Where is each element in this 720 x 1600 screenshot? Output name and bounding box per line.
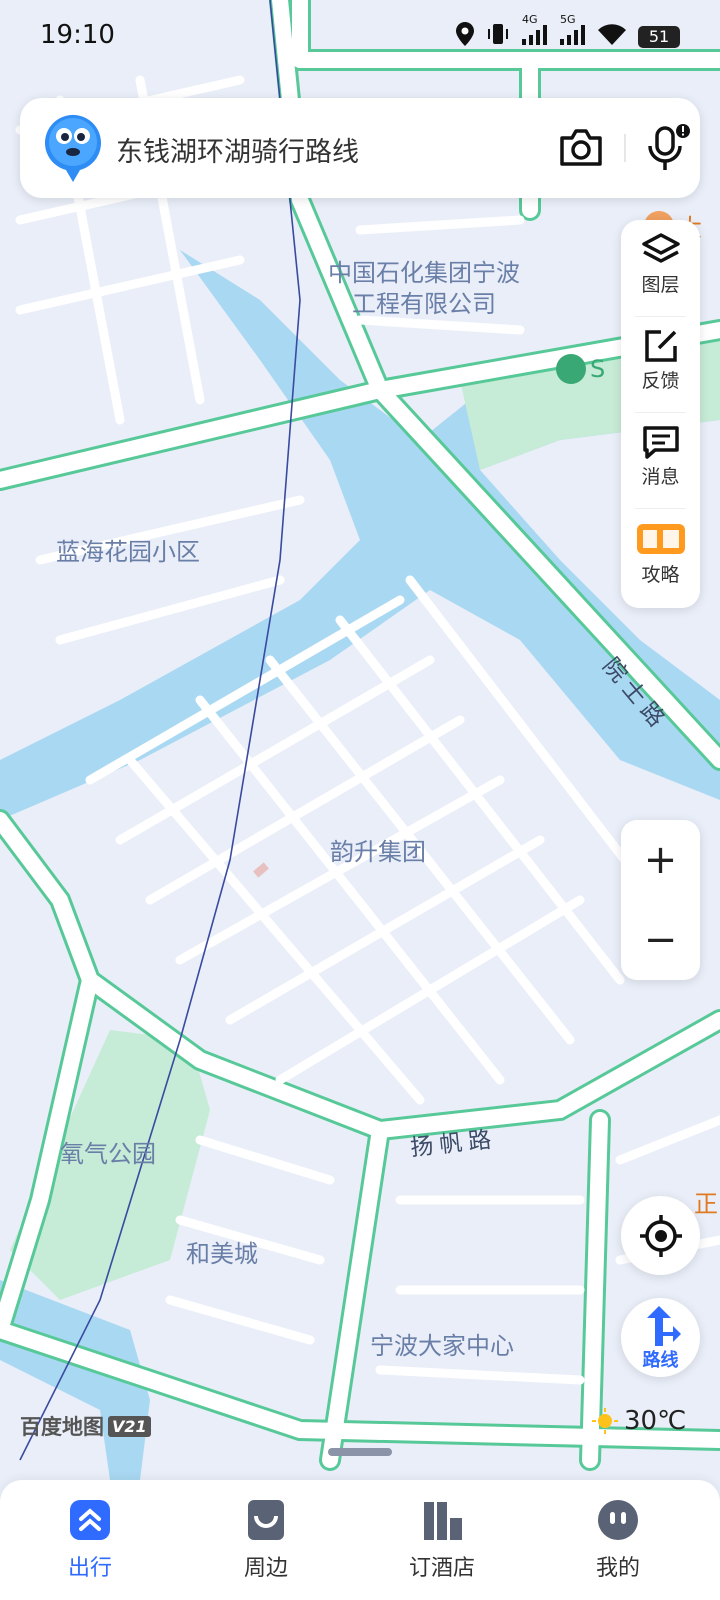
- hotel-icon: [424, 1502, 462, 1540]
- zoom-controls: + −: [621, 820, 700, 980]
- label-oxygen-park[interactable]: 氧气公园: [60, 1134, 156, 1169]
- nav-profile-label: 我的: [595, 1556, 640, 1581]
- search-input[interactable]: 东钱湖环湖骑行路线: [116, 130, 359, 169]
- nearby-icon: [248, 1500, 284, 1540]
- bottom-sheet-handle[interactable]: [328, 1448, 392, 1456]
- route-button[interactable]: 路线: [621, 1298, 700, 1377]
- label-sinopec[interactable]: 中国石化集团宁波 工程有限公司: [328, 258, 520, 320]
- label-lanhai-garden[interactable]: 蓝海花园小区: [56, 532, 200, 567]
- network-1-label: 4G: [522, 13, 538, 26]
- weekend-guide-label: 攻略: [641, 564, 680, 586]
- messages-label: 消息: [641, 466, 680, 488]
- crosshair-icon: [639, 1214, 682, 1257]
- profile-icon: [598, 1500, 638, 1540]
- map-tools-panel: 图层 反馈 消息 攻略: [621, 220, 700, 608]
- messages-button[interactable]: 消息: [621, 412, 700, 508]
- nav-hotel[interactable]: 订酒店: [382, 1498, 502, 1582]
- nav-travel-label: 出行: [67, 1556, 112, 1581]
- search-bar[interactable]: 东钱湖环湖骑行路线: [20, 98, 700, 198]
- wifi-icon: [598, 23, 626, 50]
- layers-label: 图层: [641, 274, 680, 296]
- network-2-label: 5G: [560, 13, 576, 26]
- temperature-label: 30℃: [624, 1406, 687, 1436]
- zoom-out-button[interactable]: −: [621, 900, 700, 980]
- camera-icon[interactable]: [558, 126, 604, 170]
- label-hemeicheng[interactable]: 和美城: [186, 1234, 258, 1269]
- route-label: 路线: [642, 1350, 679, 1371]
- battery-indicator: 51: [638, 25, 680, 48]
- label-yunsheng[interactable]: 韵升集团: [330, 832, 426, 867]
- baidu-map-watermark: 百度地图 V21: [20, 1411, 151, 1441]
- layers-button[interactable]: 图层: [621, 220, 700, 316]
- travel-icon: [70, 1500, 110, 1540]
- brand-name: 百度地图: [20, 1415, 104, 1439]
- poi-park-label-a: S: [590, 355, 606, 383]
- signal-4g-icon: 4G: [522, 13, 548, 50]
- microphone-icon[interactable]: [644, 122, 694, 174]
- feedback-icon: [644, 330, 677, 362]
- signal-5g-icon: 5G: [560, 13, 586, 50]
- weekend-guide-icon: [636, 524, 685, 554]
- brand-version: V21: [108, 1415, 151, 1437]
- nav-nearby[interactable]: 周边: [206, 1498, 326, 1582]
- route-arrow-icon: [647, 1306, 681, 1346]
- status-time: 19:10: [40, 20, 115, 50]
- status-icons: 4G 5G 51: [456, 13, 680, 51]
- nav-travel[interactable]: 出行: [30, 1498, 150, 1582]
- search-divider: [624, 134, 626, 162]
- weather-widget[interactable]: 30℃: [592, 1406, 686, 1436]
- locate-me-button[interactable]: [621, 1196, 700, 1275]
- feedback-label: 反馈: [641, 370, 680, 392]
- weekend-guide-button[interactable]: 攻略: [621, 508, 700, 604]
- sun-icon: [592, 1408, 618, 1434]
- feedback-button[interactable]: 反馈: [621, 316, 700, 412]
- nav-nearby-label: 周边: [243, 1556, 288, 1581]
- location-icon: [456, 22, 474, 51]
- message-icon: [642, 426, 679, 459]
- vibrate-icon: [486, 22, 510, 51]
- poi-right-edge[interactable]: 正: [694, 1184, 718, 1219]
- nav-profile[interactable]: 我的: [558, 1498, 678, 1582]
- layers-icon: [641, 233, 680, 263]
- baidu-mascot-logo: [44, 112, 102, 184]
- label-ningbo-center[interactable]: 宁波大家中心: [370, 1326, 514, 1361]
- map-canvas[interactable]: [0, 0, 720, 1600]
- status-bar: 19:10 4G 5G 51: [0, 0, 720, 76]
- park-poi-icon: [556, 354, 586, 384]
- bottom-navigation: 出行 周边 订酒店 我的: [0, 1480, 720, 1600]
- nav-hotel-label: 订酒店: [408, 1556, 475, 1581]
- zoom-in-button[interactable]: +: [621, 820, 700, 900]
